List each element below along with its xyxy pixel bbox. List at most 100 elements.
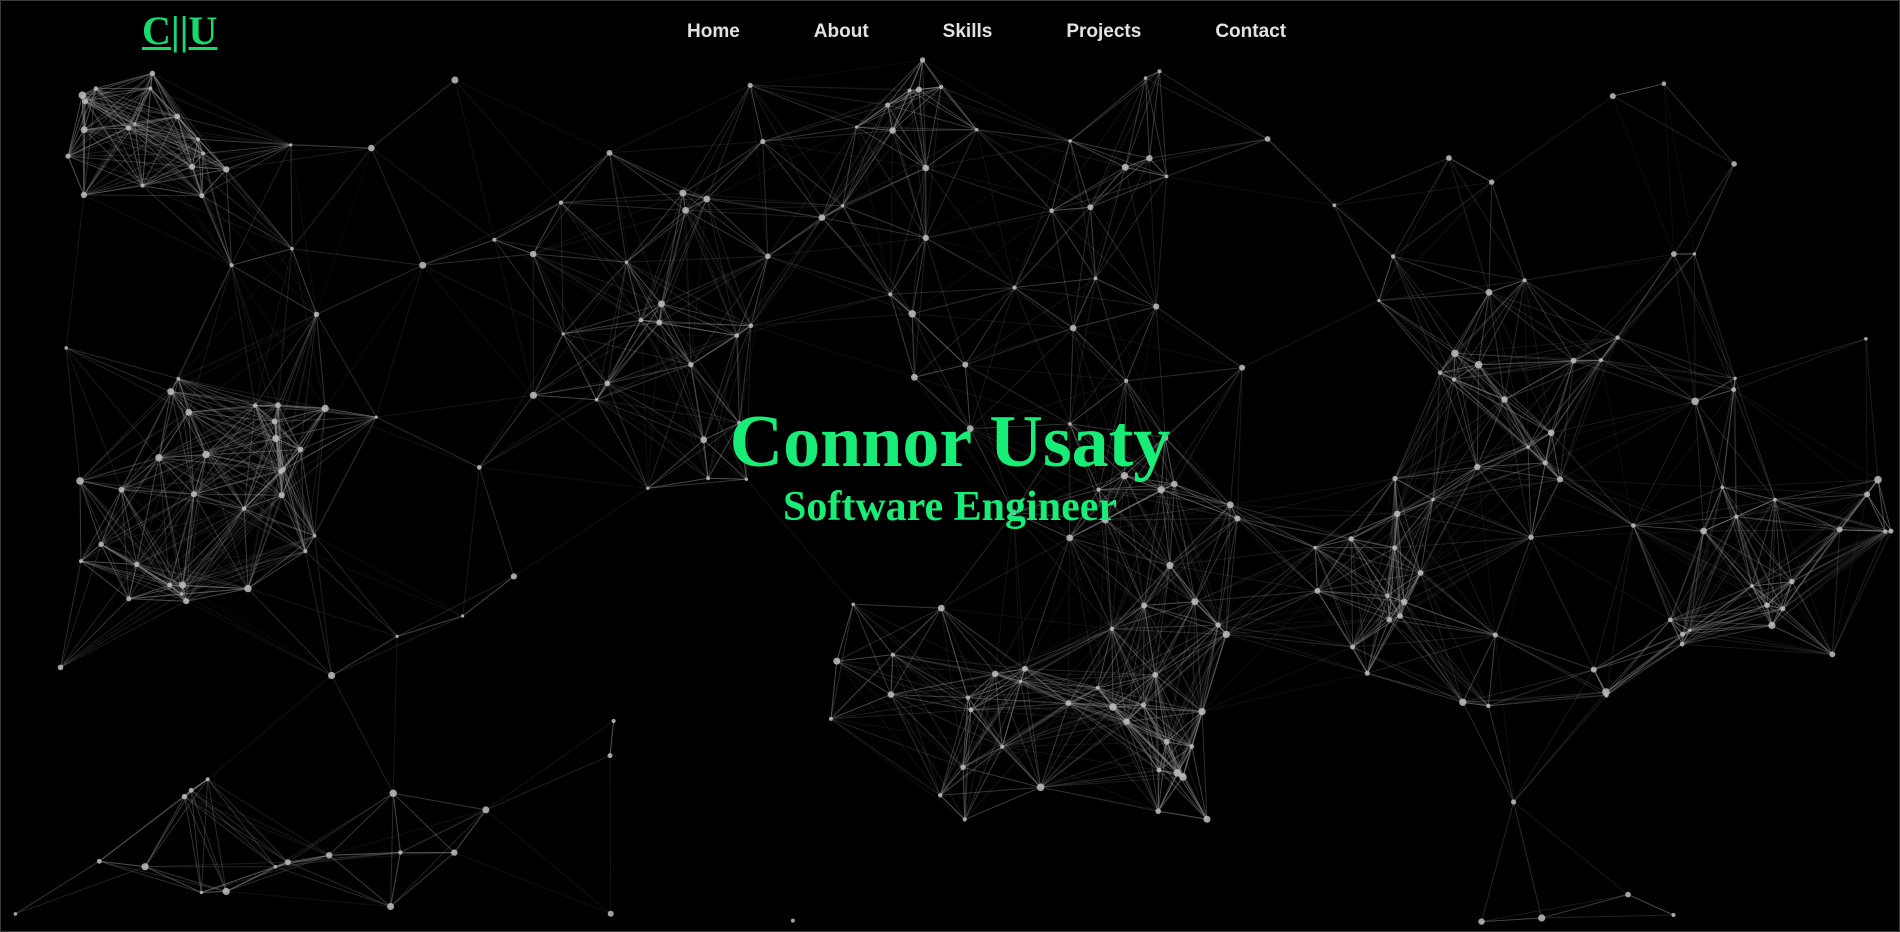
network-node bbox=[313, 311, 320, 317]
network-node bbox=[98, 541, 104, 547]
network-node bbox=[851, 602, 855, 607]
network-node bbox=[688, 362, 694, 368]
network-link bbox=[142, 185, 293, 250]
network-link bbox=[1024, 537, 1071, 669]
network-link bbox=[750, 84, 910, 91]
network-node bbox=[78, 559, 83, 564]
network-link bbox=[1014, 287, 1127, 382]
network-node bbox=[1492, 632, 1498, 638]
network-link bbox=[1201, 672, 1368, 713]
network-node bbox=[965, 695, 971, 700]
network-link bbox=[609, 152, 686, 211]
network-node bbox=[199, 193, 205, 199]
network-link bbox=[225, 169, 317, 315]
network-node bbox=[960, 764, 966, 770]
network-link bbox=[1481, 801, 1515, 922]
network-link bbox=[1051, 166, 1126, 212]
nav-skills-link[interactable]: Skills bbox=[906, 20, 1030, 44]
nav-home-link[interactable]: Home bbox=[650, 20, 777, 44]
network-link bbox=[830, 718, 1003, 748]
network-link bbox=[533, 322, 660, 396]
network-link bbox=[1612, 83, 1665, 97]
network-link bbox=[1617, 253, 1695, 338]
network-link bbox=[830, 718, 964, 768]
network-link bbox=[66, 347, 171, 393]
network-node bbox=[1789, 578, 1795, 585]
network-link bbox=[331, 635, 398, 676]
network-link bbox=[922, 59, 942, 88]
hero-section: Connor Usaty Software Engineer bbox=[0, 402, 1900, 532]
network-link bbox=[976, 129, 1015, 288]
network-node bbox=[1625, 891, 1631, 898]
network-node bbox=[183, 598, 190, 605]
network-link bbox=[181, 593, 332, 676]
network-node bbox=[1087, 204, 1094, 211]
network-node bbox=[885, 102, 891, 108]
network-link bbox=[1494, 537, 1532, 636]
network-node bbox=[703, 195, 711, 203]
network-link bbox=[609, 720, 615, 756]
network-node bbox=[1417, 570, 1424, 576]
network-link bbox=[1694, 253, 1736, 379]
network-link bbox=[305, 550, 398, 637]
network-node bbox=[890, 652, 895, 657]
network-link bbox=[371, 79, 456, 149]
network-node bbox=[748, 323, 754, 329]
network-link bbox=[454, 79, 562, 203]
network-node bbox=[451, 849, 458, 856]
network-link bbox=[453, 809, 487, 853]
network-link bbox=[454, 79, 495, 240]
network-link bbox=[1494, 634, 1515, 803]
network-node bbox=[734, 333, 740, 338]
network-link bbox=[853, 603, 942, 609]
network-link bbox=[821, 90, 911, 218]
network-link bbox=[1487, 705, 1515, 803]
network-link bbox=[254, 248, 293, 406]
network-node bbox=[1489, 179, 1495, 185]
network-link bbox=[1040, 706, 1114, 788]
network-node bbox=[790, 918, 795, 923]
network-link bbox=[1593, 643, 1683, 671]
network-link bbox=[370, 147, 424, 266]
network-link bbox=[1541, 894, 1629, 919]
network-link bbox=[964, 287, 1015, 366]
network-link bbox=[485, 755, 611, 811]
network-node bbox=[840, 204, 845, 208]
site-logo[interactable]: C||U bbox=[142, 6, 217, 56]
network-node bbox=[887, 691, 895, 698]
network-node bbox=[558, 200, 564, 205]
network-link bbox=[609, 152, 708, 200]
network-node bbox=[1661, 81, 1667, 86]
network-node bbox=[167, 388, 175, 396]
network-node bbox=[937, 604, 945, 612]
network-node bbox=[1459, 698, 1467, 706]
network-link bbox=[1334, 181, 1492, 206]
network-node bbox=[1173, 769, 1182, 777]
network-node bbox=[398, 850, 403, 855]
nav-projects-link[interactable]: Projects bbox=[1029, 20, 1178, 44]
network-link bbox=[1201, 646, 1353, 713]
network-node bbox=[1671, 912, 1676, 918]
network-node bbox=[328, 671, 336, 680]
network-node bbox=[1671, 251, 1677, 257]
network-link bbox=[1334, 157, 1450, 206]
network-link bbox=[1067, 537, 1071, 704]
nav-contact-link[interactable]: Contact bbox=[1178, 20, 1323, 44]
network-link bbox=[738, 256, 769, 424]
network-node bbox=[244, 584, 252, 593]
nav-about-link[interactable]: About bbox=[777, 20, 906, 44]
network-link bbox=[1201, 711, 1208, 820]
network-link bbox=[144, 778, 209, 867]
network-node bbox=[962, 817, 967, 822]
network-link bbox=[316, 264, 423, 315]
network-link bbox=[1002, 704, 1144, 748]
network-node bbox=[1313, 545, 1317, 550]
network-node bbox=[303, 549, 308, 554]
network-link bbox=[1218, 624, 1368, 674]
network-link bbox=[836, 654, 893, 662]
network-link bbox=[324, 264, 424, 409]
network-link bbox=[1392, 157, 1450, 257]
network-node bbox=[828, 716, 833, 721]
network-link bbox=[1145, 78, 1150, 159]
network-node bbox=[1392, 545, 1398, 551]
